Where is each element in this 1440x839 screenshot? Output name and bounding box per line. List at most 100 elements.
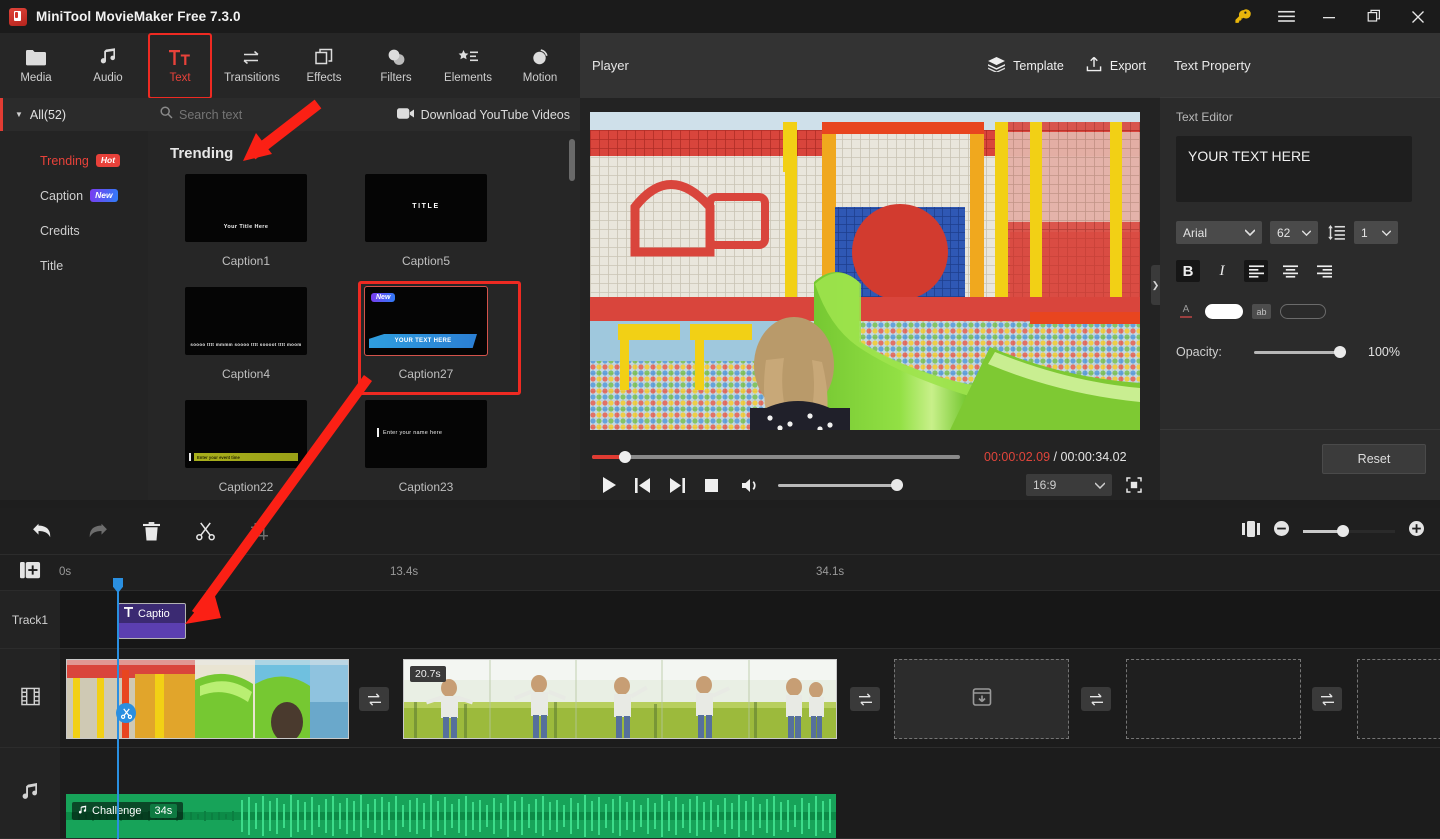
font-family-select[interactable]: Arial <box>1176 221 1262 244</box>
panel-collapse-handle[interactable]: ❯ <box>1151 265 1160 305</box>
chevron-down-icon <box>1382 229 1391 236</box>
category-item-title[interactable]: Title <box>0 248 148 283</box>
font-size-select[interactable]: 62 <box>1270 221 1318 244</box>
media-placeholder-3[interactable] <box>1357 659 1440 739</box>
align-center-icon[interactable] <box>1278 260 1302 282</box>
media-placeholder-2[interactable] <box>1126 659 1301 739</box>
volume-slider[interactable] <box>778 479 903 491</box>
play-button[interactable] <box>592 474 626 496</box>
fit-timeline-icon[interactable] <box>1242 520 1260 542</box>
tab-transitions[interactable]: Transitions <box>216 37 288 95</box>
redo-button[interactable] <box>70 512 124 550</box>
ab-highlight-icon[interactable]: ab <box>1252 304 1271 319</box>
close-icon[interactable] <box>1396 0 1440 33</box>
align-right-icon[interactable] <box>1312 260 1336 282</box>
opacity-slider[interactable] <box>1254 346 1346 358</box>
italic-button[interactable]: I <box>1210 260 1234 282</box>
tab-media[interactable]: Media <box>0 37 72 95</box>
folder-icon <box>26 47 46 67</box>
split-marker[interactable] <box>116 703 136 723</box>
volume-icon[interactable] <box>734 474 768 496</box>
template-thumbnail: soooo tttt mmmm soooo tttt soooot tttt m… <box>185 287 307 355</box>
transition-slot-1[interactable] <box>359 687 389 711</box>
grid-scrollbar[interactable] <box>569 139 575 181</box>
track-header-audio[interactable] <box>0 748 60 839</box>
export-button[interactable]: Export <box>1086 56 1146 75</box>
zoom-handle[interactable] <box>1337 524 1349 537</box>
text-color-swatch[interactable] <box>1205 304 1243 319</box>
thumbnail-text: TITLE <box>412 203 440 210</box>
zoom-in-icon[interactable] <box>1409 521 1424 541</box>
category-item-trending[interactable]: Trending Hot <box>0 143 148 178</box>
line-spacing-select[interactable]: 1 <box>1354 221 1398 244</box>
template-item-caption27[interactable]: New YOUR TEXT HERE Caption27 <box>336 281 521 400</box>
search-input[interactable] <box>179 107 349 122</box>
tab-audio[interactable]: Audio <box>72 37 144 95</box>
tab-media-label: Media <box>20 72 52 84</box>
seek-slider[interactable] <box>592 451 960 463</box>
hamburger-menu-icon[interactable] <box>1264 0 1308 33</box>
template-item-caption22[interactable]: Enter your event time Caption22 <box>156 400 336 500</box>
template-thumbnail: Your Title Here <box>185 174 307 242</box>
stop-button[interactable] <box>694 474 728 496</box>
template-button-label: Template <box>1013 58 1064 73</box>
add-track-icon[interactable] <box>20 562 41 588</box>
reset-button[interactable]: Reset <box>1322 444 1426 474</box>
track-header-track1[interactable]: Track1 <box>0 591 60 649</box>
transition-slot-4[interactable] <box>1312 687 1342 711</box>
text-input[interactable] <box>1176 136 1412 202</box>
panel-title: Text Property <box>1174 57 1251 73</box>
opacity-handle[interactable] <box>1334 346 1346 358</box>
template-item-caption5[interactable]: TITLE Caption5 <box>336 174 516 287</box>
transition-slot-3[interactable] <box>1081 687 1111 711</box>
tab-effects[interactable]: Effects <box>288 37 360 95</box>
track-area-text[interactable]: Captio <box>60 591 1440 649</box>
restore-icon[interactable] <box>1352 0 1396 33</box>
key-icon[interactable] <box>1220 0 1264 33</box>
video-clip-2[interactable]: 20.7s <box>403 659 837 739</box>
media-placeholder-1[interactable] <box>894 659 1069 739</box>
track-header-video[interactable] <box>0 649 60 748</box>
volume-handle[interactable] <box>891 479 903 491</box>
video-clip-1[interactable] <box>66 659 349 739</box>
tab-text[interactable]: Text <box>144 32 216 99</box>
track-area-video[interactable]: 20.7s <box>60 649 1440 748</box>
template-button[interactable]: Template <box>988 56 1064 75</box>
zoom-out-icon[interactable] <box>1274 521 1289 541</box>
tab-elements[interactable]: Elements <box>432 37 504 95</box>
template-item-caption23[interactable]: Enter your name here Caption23 <box>336 400 516 500</box>
video-preview[interactable] <box>590 112 1140 430</box>
seek-handle[interactable] <box>619 451 631 463</box>
crop-button[interactable] <box>232 512 286 550</box>
split-button[interactable] <box>178 512 232 550</box>
category-item-credits[interactable]: Credits <box>0 213 148 248</box>
fit-screen-icon[interactable] <box>1120 474 1148 496</box>
align-left-icon[interactable] <box>1244 260 1268 282</box>
track-area-audio[interactable]: Challenge 34s <box>60 748 1440 839</box>
text-clip[interactable]: Captio <box>118 603 186 639</box>
skip-next-icon[interactable] <box>660 474 694 496</box>
music-note-icon <box>99 47 117 67</box>
download-youtube-button[interactable]: Download YouTube Videos <box>396 107 570 123</box>
badge-new: New <box>90 189 118 202</box>
skip-previous-icon[interactable] <box>626 474 660 496</box>
timeline-toolbar <box>0 508 1440 555</box>
timeline-zoom-slider[interactable] <box>1303 524 1395 537</box>
highlight-color-swatch[interactable] <box>1280 304 1326 319</box>
category-item-caption[interactable]: Caption New <box>0 178 148 213</box>
bold-button[interactable]: B <box>1176 260 1200 282</box>
aspect-ratio-select[interactable]: 16:9 <box>1026 474 1112 496</box>
tab-filters[interactable]: Filters <box>360 37 432 95</box>
line-spacing-icon[interactable] <box>1326 225 1346 240</box>
text-color-a-icon[interactable]: A <box>1176 305 1196 318</box>
clip-duration-badge: 20.7s <box>410 666 446 682</box>
audio-clip[interactable]: Challenge 34s <box>66 794 836 838</box>
template-item-caption1[interactable]: Your Title Here Caption1 <box>156 174 336 287</box>
all-filter-dropdown[interactable]: ▼ All(52) <box>0 98 148 131</box>
transition-slot-2[interactable] <box>850 687 880 711</box>
delete-button[interactable] <box>124 512 178 550</box>
template-item-caption4[interactable]: soooo tttt mmmm soooo tttt soooot tttt m… <box>156 287 336 400</box>
tab-motion[interactable]: Motion <box>504 37 576 95</box>
minimize-icon[interactable] <box>1308 0 1352 33</box>
undo-button[interactable] <box>16 512 70 550</box>
